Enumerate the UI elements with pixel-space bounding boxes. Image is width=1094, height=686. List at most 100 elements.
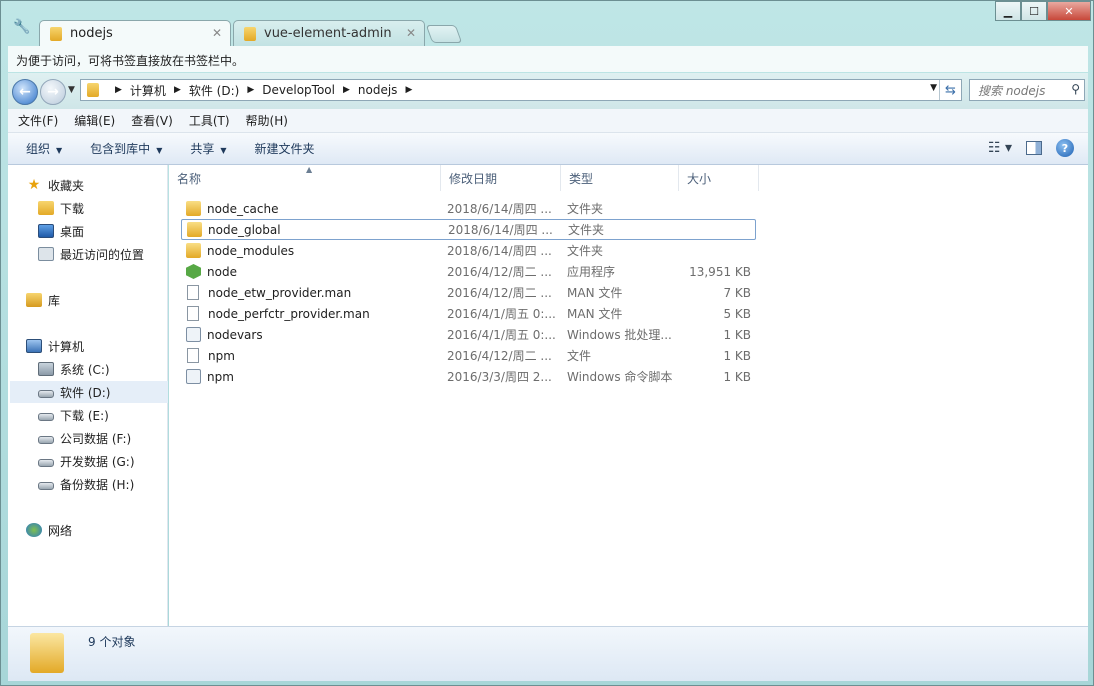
search-icon[interactable]: ⚲ — [1071, 82, 1080, 96]
file-row[interactable]: node_etw_provider.man 2016/4/12/周二 ... M… — [181, 282, 756, 303]
nav-label: 系统 (C:) — [60, 362, 110, 377]
refresh-button[interactable]: ⇆ — [939, 80, 961, 100]
nav-label: 下载 — [60, 201, 85, 216]
include-label: 包含到库中 — [90, 142, 151, 156]
command-bar: 组织 ▼ 包含到库中 ▼ 共享 ▼ 新建文件夹 ☷ ▾ ? — [8, 133, 1088, 165]
minimize-button[interactable]: ▁ — [995, 1, 1021, 21]
forward-button[interactable]: → — [40, 79, 66, 105]
file-type: Windows 批处理... — [567, 328, 672, 342]
share-button[interactable]: 共享 ▼ — [190, 140, 226, 157]
include-in-library-button[interactable]: 包含到库中 ▼ — [90, 140, 162, 157]
search-placeholder: 搜索 nodejs — [978, 83, 1046, 98]
explorer-window: 🔧 nodejs ✕ vue-element-admin ✕ ▁ ☐ ✕ 为便于… — [0, 0, 1094, 686]
menu-edit[interactable]: 编辑(E) — [74, 112, 115, 129]
tab-label: vue-element-admin — [264, 26, 392, 41]
file-name: node_etw_provider.man — [208, 285, 352, 300]
breadcrumb-nodejs[interactable]: nodejs — [358, 83, 398, 97]
column-size[interactable]: 大小 — [679, 165, 759, 191]
drive-icon — [38, 413, 54, 421]
navigation-pane: ★ 收藏夹 下载 桌面 最近访问的位置 库 计算机 系统 (C:) 软件 (D:)… — [8, 165, 168, 626]
file-name: npm — [207, 369, 234, 384]
help-icon[interactable]: ? — [1056, 139, 1074, 157]
wrench-icon[interactable]: 🔧 — [13, 19, 30, 35]
new-folder-button[interactable]: 新建文件夹 — [255, 140, 315, 157]
file-type: 文件 — [567, 349, 592, 363]
file-date: 2016/4/12/周二 ... — [447, 265, 552, 279]
chevron-down-icon: ▼ — [220, 146, 227, 155]
file-row[interactable]: node_modules 2018/6/14/周四 ... 文件夹 — [181, 240, 756, 261]
system-drive-icon — [38, 362, 54, 376]
nav-network[interactable]: 网络 — [26, 519, 184, 541]
chevron-right-icon[interactable]: ▶ — [405, 85, 412, 95]
file-name: node_cache — [207, 201, 279, 216]
chevron-right-icon[interactable]: ▶ — [247, 85, 254, 95]
status-bar: 9 个对象 — [8, 626, 1088, 681]
node-app-icon — [186, 264, 201, 279]
organize-label: 组织 — [26, 142, 51, 156]
nav-label: 开发数据 (G:) — [60, 454, 135, 469]
preview-pane-icon[interactable] — [1026, 141, 1042, 155]
view-options-icon[interactable]: ☷ ▾ — [988, 140, 1012, 156]
tab-vue-element-admin[interactable]: vue-element-admin ✕ — [233, 20, 425, 46]
file-date: 2018/6/14/周四 ... — [448, 223, 553, 237]
folder-icon — [50, 26, 62, 41]
nav-library[interactable]: 库 — [26, 289, 184, 311]
chevron-down-icon: ▼ — [56, 146, 63, 155]
drive-icon — [38, 436, 54, 444]
chevron-right-icon[interactable]: ▶ — [174, 85, 181, 95]
breadcrumb-drive-d[interactable]: 软件 (D:) — [189, 82, 239, 99]
address-bar[interactable]: ▶ 计算机 ▶ 软件 (D:) ▶ DevelopTool ▶ nodejs ▶… — [80, 79, 962, 101]
file-type: 文件夹 — [567, 202, 604, 216]
close-tab-icon[interactable]: ✕ — [406, 26, 416, 40]
menu-view[interactable]: 查看(V) — [131, 112, 173, 129]
column-name[interactable]: 名称 — [169, 165, 441, 191]
menu-file[interactable]: 文件(F) — [18, 112, 58, 129]
bookmark-bar: 为便于访问，可将书签直接放在书签栏中。 — [8, 46, 1088, 72]
file-type: 文件夹 — [567, 244, 604, 258]
file-row[interactable]: npm 2016/3/3/周四 2... Windows 命令脚本 1 KB — [181, 366, 756, 387]
file-name: nodevars — [207, 327, 263, 342]
file-icon — [187, 306, 199, 321]
menu-help[interactable]: 帮助(H) — [246, 112, 288, 129]
back-button[interactable]: ← — [12, 79, 38, 105]
folder-icon — [186, 243, 201, 258]
file-date: 2016/4/1/周五 0:... — [447, 328, 556, 342]
recent-pages-dropdown[interactable]: ▼ — [68, 85, 75, 95]
tab-nodejs[interactable]: nodejs ✕ — [39, 20, 231, 46]
menu-tools[interactable]: 工具(T) — [189, 112, 230, 129]
file-row[interactable]: node_global 2018/6/14/周四 ... 文件夹 — [181, 219, 756, 240]
computer-icon — [26, 339, 42, 353]
nav-favorites[interactable]: ★ 收藏夹 — [26, 174, 184, 196]
file-row[interactable]: node_perfctr_provider.man 2016/4/1/周五 0:… — [181, 303, 756, 324]
nav-label: 计算机 — [48, 339, 85, 354]
file-row[interactable]: npm 2016/4/12/周二 ... 文件 1 KB — [181, 345, 756, 366]
star-icon: ★ — [27, 177, 41, 193]
maximize-button[interactable]: ☐ — [1021, 1, 1047, 21]
nav-computer[interactable]: 计算机 — [26, 335, 184, 357]
close-window-button[interactable]: ✕ — [1047, 1, 1091, 21]
file-size: 1 KB — [723, 327, 751, 342]
chevron-right-icon[interactable]: ▶ — [343, 85, 350, 95]
breadcrumb-computer[interactable]: 计算机 — [130, 82, 166, 99]
item-count: 9 个对象 — [88, 635, 136, 649]
file-type: Windows 命令脚本 — [567, 370, 673, 384]
nav-drive-d[interactable]: 软件 (D:) — [10, 381, 168, 403]
file-row[interactable]: node_cache 2018/6/14/周四 ... 文件夹 — [181, 198, 756, 219]
batch-icon — [186, 369, 201, 384]
chevron-right-icon[interactable]: ▶ — [115, 85, 122, 95]
file-row[interactable]: node 2016/4/12/周二 ... 应用程序 13,951 KB — [181, 261, 756, 282]
column-date[interactable]: 修改日期 — [441, 165, 561, 191]
search-input[interactable]: 搜索 nodejs ⚲ — [969, 79, 1085, 101]
folder-icon — [87, 83, 99, 97]
organize-button[interactable]: 组织 ▼ — [26, 140, 62, 157]
column-type[interactable]: 类型 — [561, 165, 679, 191]
breadcrumb-developtool[interactable]: DevelopTool — [262, 83, 335, 97]
sort-ascending-icon: ▲ — [306, 165, 313, 174]
desktop-icon — [38, 224, 54, 238]
new-tab-button[interactable] — [425, 25, 463, 43]
chevron-down-icon[interactable]: ▼ — [930, 83, 937, 93]
tab-label: nodejs — [70, 26, 113, 41]
file-row[interactable]: nodevars 2016/4/1/周五 0:... Windows 批处理..… — [181, 324, 756, 345]
file-type: MAN 文件 — [567, 286, 623, 300]
close-tab-icon[interactable]: ✕ — [212, 26, 222, 40]
